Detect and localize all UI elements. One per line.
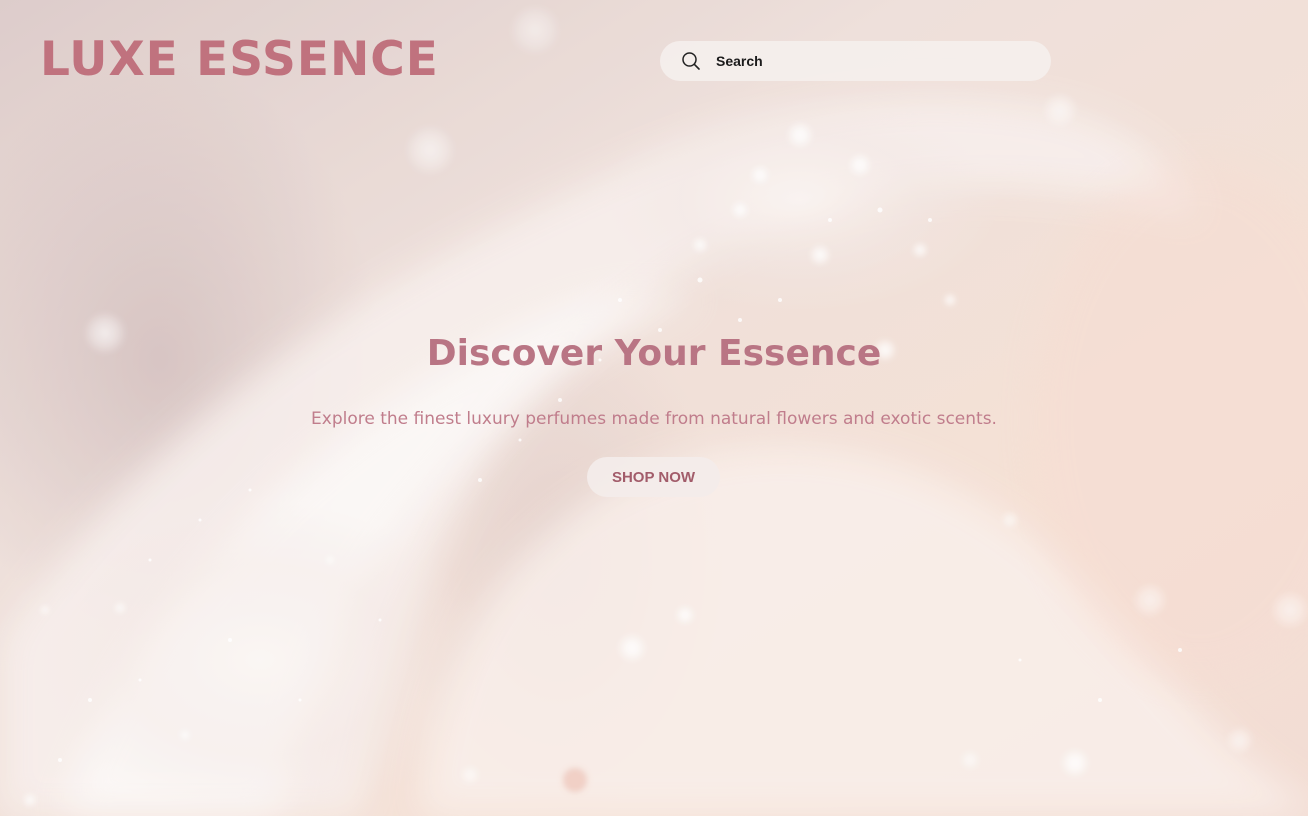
hero-title: Discover Your Essence xyxy=(426,333,882,374)
hero-subtitle: Explore the finest luxury perfumes made … xyxy=(311,409,997,429)
search-icon xyxy=(680,50,702,72)
shop-now-button[interactable]: SHOP NOW xyxy=(587,457,720,497)
search-input[interactable] xyxy=(716,53,1016,69)
search-bar[interactable] xyxy=(660,41,1051,81)
brand-logo[interactable]: LUXE ESSENCE xyxy=(40,30,439,90)
